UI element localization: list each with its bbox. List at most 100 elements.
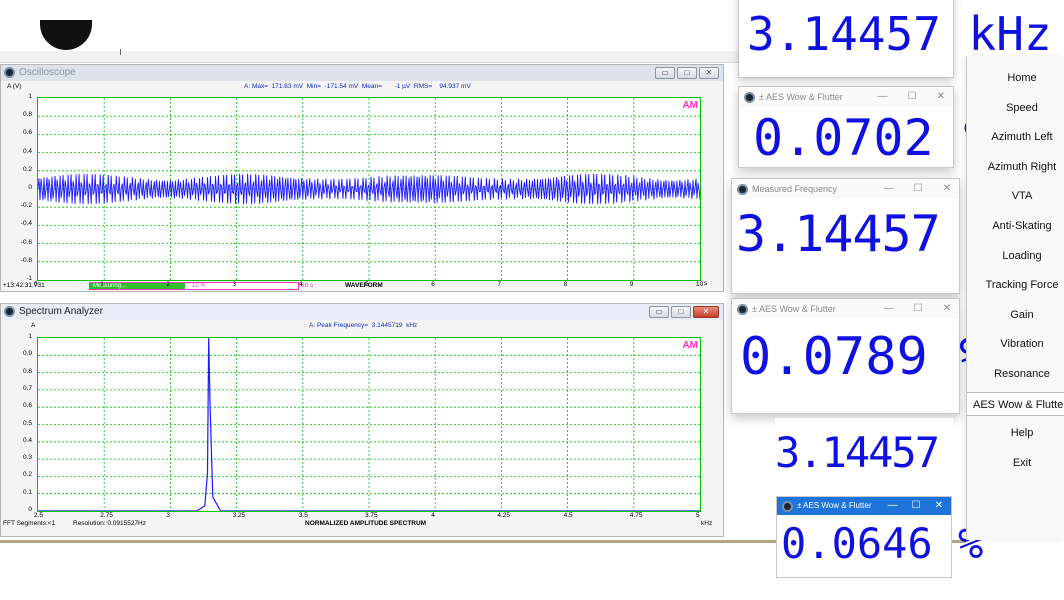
- wow-flutter-titlebar[interactable]: ± AES Wow & Flutter — ☐ ✕: [777, 497, 951, 515]
- y-tick-label: 0.2: [22, 165, 32, 173]
- x-tick-label: 5: [696, 512, 700, 519]
- menu-item-speed[interactable]: Speed: [967, 96, 1064, 120]
- app-icon: [782, 501, 793, 512]
- oscilloscope-plot[interactable]: AM: [37, 97, 701, 281]
- x-tick-label: 4.5: [563, 512, 573, 519]
- x-tick-label: 4.25: [497, 512, 511, 519]
- spectrum-chart: [38, 338, 700, 511]
- progress-label: Measuring...: [93, 283, 127, 289]
- frequency-readout-low: 3.14457 kHz: [775, 418, 1033, 498]
- menu-item-gain[interactable]: Gain: [967, 303, 1064, 327]
- menu-item-vibration[interactable]: Vibration: [967, 332, 1064, 356]
- y-tick-label: -1: [26, 275, 32, 282]
- menu-item-azimuth-left[interactable]: Azimuth Left: [967, 125, 1064, 149]
- wow-flutter-title: ± AES Wow & Flutter: [759, 92, 843, 102]
- min-value: -171.54 mV: [324, 83, 359, 90]
- x-tick-label: 3: [232, 281, 237, 288]
- maximize-button[interactable]: ☐: [914, 179, 923, 199]
- minimize-button[interactable]: —: [884, 299, 894, 319]
- y-tick-label: 0: [28, 506, 32, 513]
- x-tick-label: 3.75: [365, 512, 378, 519]
- spectrum-titlebar[interactable]: Spectrum Analyzer ▭ □ ✕: [1, 304, 723, 320]
- menu-item-exit[interactable]: Exit: [967, 451, 1064, 475]
- wow-flutter-value: 0.0702 %: [753, 109, 994, 167]
- measured-frequency-title: Measured Frequency: [752, 184, 838, 194]
- y-tick-label: 0.1: [22, 488, 32, 496]
- y-tick-label: 0.2: [22, 471, 32, 479]
- menu-item-azimuth-right[interactable]: Azimuth Right: [967, 155, 1064, 179]
- menu-item-home[interactable]: Home: [967, 66, 1064, 90]
- y-tick-label: 0.9: [22, 350, 32, 358]
- waveform-title: WAVEFORM: [345, 282, 383, 289]
- minimize-button[interactable]: —: [884, 179, 894, 199]
- wow-flutter-value: 0.0646 %: [781, 519, 984, 568]
- menu-item-resonance[interactable]: Resonance: [967, 362, 1064, 386]
- y-tick-label: 0.5: [22, 419, 32, 427]
- background-mark: [120, 49, 121, 55]
- minimize-button[interactable]: —: [888, 497, 898, 515]
- spectrum-plot[interactable]: AM: [37, 337, 701, 512]
- desktop: Oscilloscope ▭ □ ✕ A (V) A: Max= 171.63 …: [0, 0, 1064, 600]
- peak-unit: kHz: [406, 322, 418, 329]
- maximize-button[interactable]: ☐: [908, 87, 917, 107]
- x-tick-label: 6: [431, 281, 435, 288]
- minimize-button[interactable]: ▭: [655, 67, 675, 79]
- rms-value: 94.937 mV: [439, 83, 471, 90]
- menu-item-help[interactable]: Help: [967, 421, 1064, 445]
- background-window-edge: [0, 51, 740, 63]
- y-tick-label: 0: [28, 184, 32, 191]
- max-value: 171.63 mV: [271, 83, 304, 90]
- app-icon: [737, 184, 748, 195]
- x-tick-label: 2.5: [34, 512, 44, 519]
- maximize-button[interactable]: ☐: [914, 299, 923, 319]
- menu-item-anti-skating[interactable]: Anti-Skating: [967, 214, 1064, 238]
- fft-segments: FFT Segments:<1: [3, 520, 56, 527]
- progress-end-label: 60 s: [301, 282, 314, 289]
- menu-item-tracking-force[interactable]: Tracking Force: [967, 273, 1064, 297]
- y-tick-label: 0.6: [22, 402, 32, 410]
- maximize-button[interactable]: ☐: [912, 497, 921, 515]
- x-tick-label: 7: [497, 281, 502, 288]
- app-icon: [4, 306, 15, 317]
- background-graphic: [40, 20, 92, 50]
- menu-item-aes-wow-flutter[interactable]: AES Wow & Flutter: [967, 391, 1064, 416]
- close-button[interactable]: ✕: [699, 67, 719, 79]
- oscilloscope-titlebar[interactable]: Oscilloscope ▭ □ ✕: [1, 65, 723, 81]
- peak-value: 3.1445719: [371, 322, 403, 329]
- minimize-button[interactable]: ▭: [649, 306, 669, 318]
- y-axis-label: A: [31, 322, 36, 329]
- navigation-menu: Home Speed Azimuth Left Azimuth Right VTA Ant…: [966, 56, 1064, 540]
- progress-bar: Measuring... 12 %: [89, 282, 299, 290]
- menu-item-loading[interactable]: Loading: [967, 244, 1064, 268]
- menu-item-vta[interactable]: VTA: [967, 184, 1064, 208]
- close-button[interactable]: ✕: [693, 306, 719, 318]
- x-tick-label: 1: [100, 281, 104, 288]
- close-button[interactable]: ✕: [943, 179, 951, 199]
- y-tick-label: 1: [28, 93, 32, 100]
- oscilloscope-window: Oscilloscope ▭ □ ✕ A (V) A: Max= 171.63 …: [0, 64, 724, 292]
- y-axis-label: A (V): [7, 83, 22, 90]
- x-tick-label: 10: [696, 281, 704, 288]
- minimize-button[interactable]: —: [878, 87, 888, 107]
- spectrum-bottom-title: NORMALIZED AMPLITUDE SPECTRUM: [305, 520, 427, 527]
- oscilloscope-stats: A: Max= 171.63 mV Min= -171.54 mV Mean= …: [244, 83, 471, 90]
- close-button[interactable]: ✕: [943, 299, 951, 319]
- measured-frequency-titlebar[interactable]: Measured Frequency — ☐ ✕: [732, 179, 959, 199]
- spectrum-stats: A: Peak Frequency= 3.1445719 kHz: [309, 322, 417, 329]
- x-unit: kHz: [701, 520, 713, 527]
- progress-pct: 12 %: [192, 283, 206, 289]
- app-icon: [4, 67, 15, 78]
- maximize-button[interactable]: □: [671, 306, 691, 318]
- measured-frequency-window: Measured Frequency — ☐ ✕ 3.14457 kHz: [731, 178, 1057, 294]
- footer-time: +13:42:31.731: [3, 282, 45, 289]
- maximize-button[interactable]: □: [677, 67, 697, 79]
- close-button[interactable]: ✕: [935, 497, 943, 515]
- app-icon: [744, 92, 755, 103]
- wow-flutter-titlebar[interactable]: ± AES Wow & Flutter — ☐ ✕: [739, 87, 953, 107]
- close-button[interactable]: ✕: [937, 87, 945, 107]
- max-label: A: Max=: [244, 83, 269, 90]
- mean-value: -1 µV: [394, 83, 411, 90]
- rms-label: RMS=: [413, 83, 433, 90]
- wow-flutter-titlebar[interactable]: ± AES Wow & Flutter — ☐ ✕: [732, 299, 959, 319]
- mean-label: Mean=: [361, 83, 382, 90]
